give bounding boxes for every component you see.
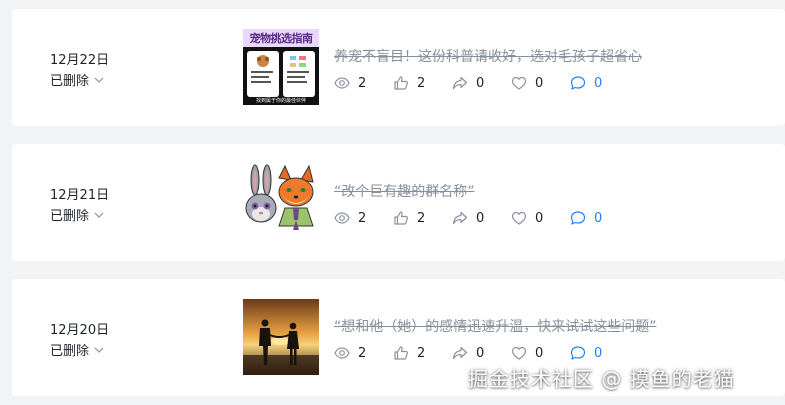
article-stats: 2 2 0 0 0 (334, 210, 629, 226)
article-card: 12月21日 已删除 “改个巨有趣的群名称” 2 2 0 0 0 (12, 144, 785, 261)
comment-count[interactable]: 0 (570, 345, 629, 361)
article-title[interactable]: “想和他（她）的感情迅速升温，快来试试这些问题” (334, 316, 657, 336)
heart-icon (511, 76, 527, 90)
like-count-value: 2 (417, 75, 426, 91)
article-date: 12月21日 (50, 188, 110, 203)
comment-count[interactable]: 0 (570, 210, 629, 226)
eye-icon (334, 347, 350, 359)
like-count-value: 2 (417, 210, 426, 226)
share-count-value: 0 (476, 345, 485, 361)
share-icon (452, 211, 468, 225)
article-thumbnail[interactable] (243, 164, 319, 240)
share-icon (452, 76, 468, 90)
article-card: 12月22日 已删除 宠物挑选指南 找到属于你的最佳伙伴 养宠不盲目！这份科普请… (12, 9, 785, 126)
like-count[interactable]: 2 (393, 75, 452, 91)
favorite-count[interactable]: 0 (511, 75, 570, 91)
article-thumbnail[interactable]: 宠物挑选指南 找到属于你的最佳伙伴 (243, 29, 319, 105)
status-label: 已删除 (50, 74, 90, 89)
article-title[interactable]: 养宠不盲目！这份科普请收好，选对毛孩子超省心 (334, 46, 642, 66)
comment-count[interactable]: 0 (570, 75, 629, 91)
view-count: 2 (334, 210, 393, 226)
comment-icon (570, 211, 586, 225)
share-count-value: 0 (476, 75, 485, 91)
share-count-value: 0 (476, 210, 485, 226)
like-count[interactable]: 2 (393, 210, 452, 226)
comment-icon (570, 346, 586, 360)
cartoon-bunny-fox-image (245, 164, 314, 230)
heart-icon (511, 346, 527, 360)
favorite-count-value: 0 (535, 345, 544, 361)
share-icon (452, 346, 468, 360)
favorite-count[interactable]: 0 (511, 345, 570, 361)
eye-icon (334, 77, 350, 89)
thumb-up-icon (394, 76, 408, 90)
like-count-value: 2 (417, 345, 426, 361)
sunset-couple-image (243, 299, 319, 375)
heart-icon (511, 211, 527, 225)
thumb-up-icon (394, 211, 408, 225)
favorite-count-value: 0 (535, 75, 544, 91)
status-dropdown[interactable]: 已删除 (50, 340, 105, 359)
favorite-count-value: 0 (535, 210, 544, 226)
thumbnail-caption: 找到属于你的最佳伙伴 (255, 98, 306, 104)
thumb-up-icon (394, 346, 408, 360)
status-label: 已删除 (50, 209, 90, 224)
chevron-down-icon (94, 77, 104, 83)
view-count-value: 2 (358, 210, 367, 226)
view-count-value: 2 (358, 345, 367, 361)
share-count[interactable]: 0 (452, 210, 511, 226)
status-label: 已删除 (50, 344, 90, 359)
view-count: 2 (334, 75, 393, 91)
article-stats: 2 2 0 0 0 (334, 345, 629, 361)
status-dropdown[interactable]: 已删除 (50, 205, 105, 224)
article-stats: 2 2 0 0 0 (334, 75, 629, 91)
share-count[interactable]: 0 (452, 345, 511, 361)
comment-count-value: 0 (594, 210, 603, 226)
article-title[interactable]: “改个巨有趣的群名称” (334, 181, 475, 201)
comment-count-value: 0 (594, 75, 603, 91)
article-date: 12月22日 (50, 53, 110, 68)
like-count[interactable]: 2 (393, 345, 452, 361)
chevron-down-icon (94, 347, 104, 353)
status-dropdown[interactable]: 已删除 (50, 70, 105, 89)
share-count[interactable]: 0 (452, 75, 511, 91)
comment-icon (570, 76, 586, 90)
favorite-count[interactable]: 0 (511, 210, 570, 226)
chevron-down-icon (94, 212, 104, 218)
eye-icon (334, 212, 350, 224)
view-count: 2 (334, 345, 393, 361)
thumbnail-title: 宠物挑选指南 (249, 32, 314, 45)
view-count-value: 2 (358, 75, 367, 91)
article-thumbnail[interactable] (243, 299, 319, 375)
article-date: 12月20日 (50, 323, 110, 338)
comment-count-value: 0 (594, 345, 603, 361)
watermark: 掘金技术社区 @ 摸鱼的老猫 (468, 367, 735, 391)
